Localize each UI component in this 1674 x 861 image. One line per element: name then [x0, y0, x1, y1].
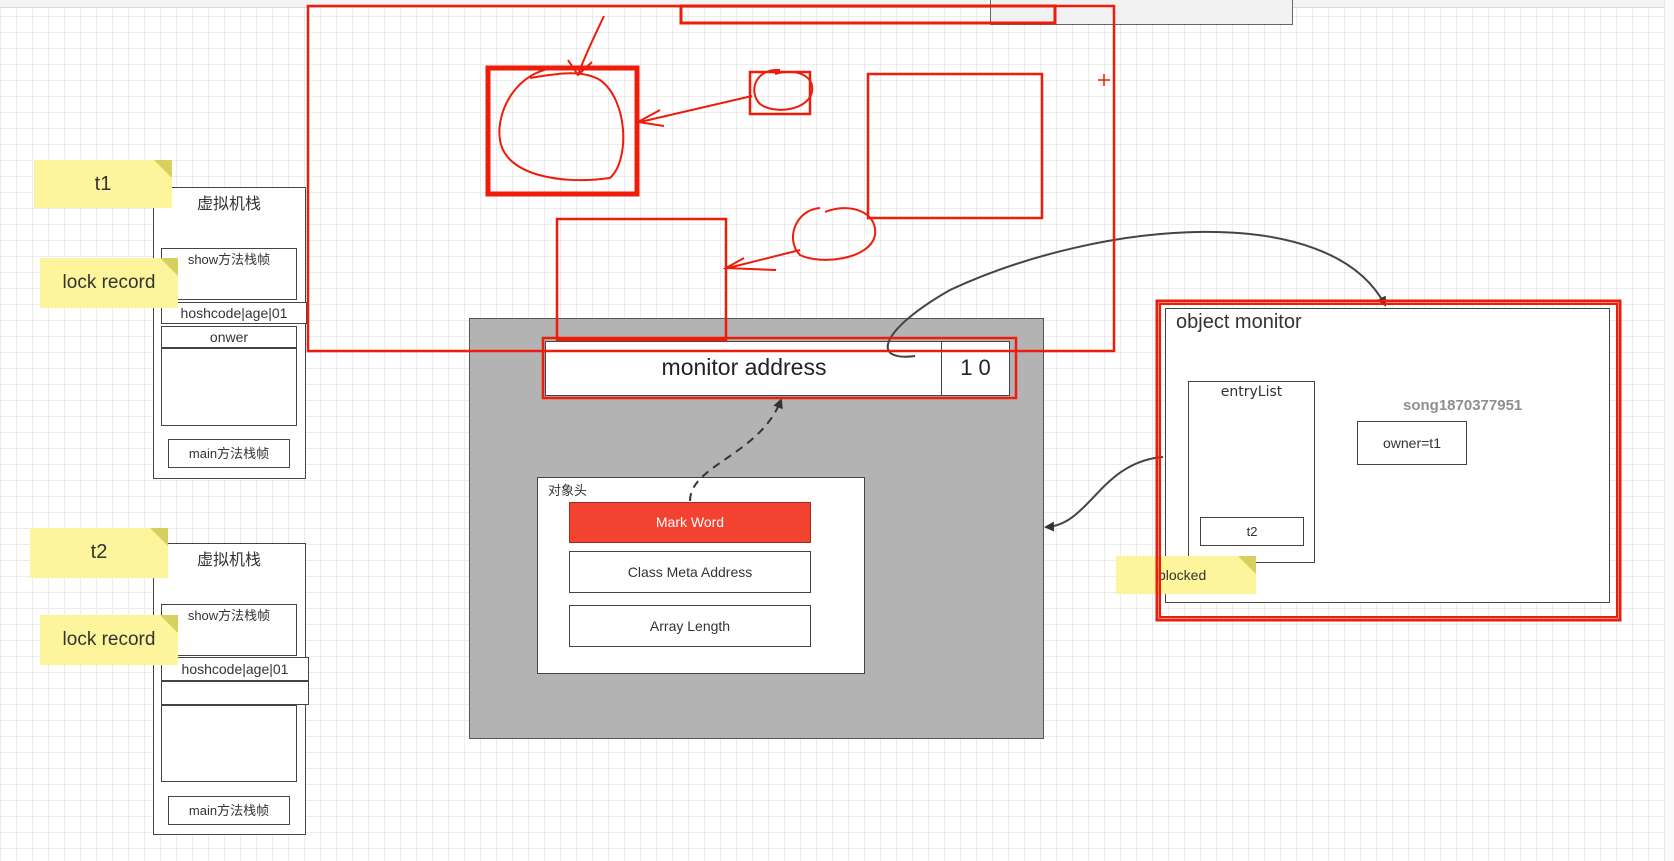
- red-lower-box: [555, 217, 728, 342]
- annotation-layer: [306, 4, 1622, 622]
- red-mid-circle: [791, 207, 877, 261]
- red-annotation-frame: [306, 4, 1116, 353]
- red-circle-scribble: [498, 66, 625, 182]
- red-small-circle: [753, 68, 814, 111]
- red-top-strip: [679, 4, 1057, 25]
- red-arrow-left-2: [722, 249, 801, 271]
- red-right-box: [866, 72, 1044, 220]
- red-thick-box: [485, 65, 640, 197]
- blocked-to-object-connector: [1044, 456, 1164, 532]
- red-monitor-outline-outer: [1155, 299, 1622, 622]
- red-plus: [1098, 74, 1110, 86]
- red-arrow-left-1: [634, 95, 753, 127]
- red-monitor-outline-inner: [1159, 303, 1618, 618]
- dashed-connector: [689, 398, 783, 502]
- red-monitor-field-outline: [541, 336, 1018, 400]
